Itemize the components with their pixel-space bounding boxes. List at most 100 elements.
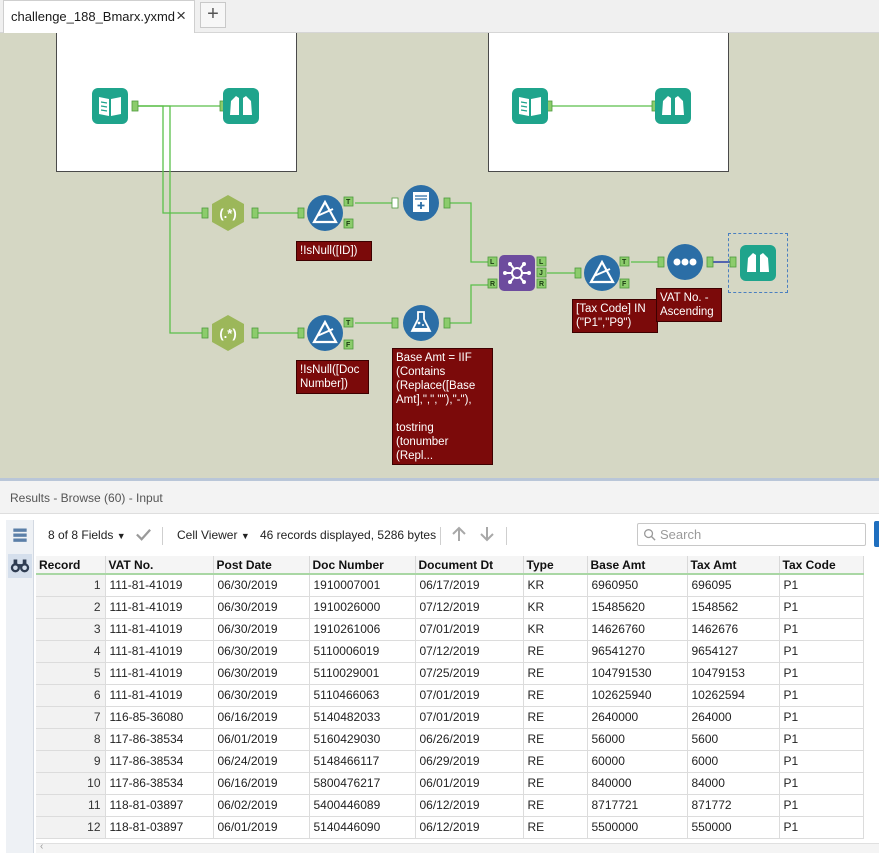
table-cell[interactable]: P1 <box>779 574 864 597</box>
record-number-cell[interactable]: 10 <box>36 772 106 795</box>
table-cell[interactable]: 96541270 <box>587 640 688 663</box>
table-cell[interactable]: 102625940 <box>587 684 688 707</box>
table-cell[interactable]: 06/30/2019 <box>213 640 310 663</box>
table-row[interactable]: 11 118-81-03897 06/02/2019 5400446089 06/12/… <box>36 794 864 817</box>
column-header[interactable]: Base Amt <box>587 556 688 575</box>
workflow-canvas[interactable]: T F T F L R L J R T F (.*) (.*) !IsNull(… <box>0 33 879 478</box>
table-cell[interactable]: 06/30/2019 <box>213 662 310 685</box>
regex-icon[interactable]: (.*) <box>209 314 247 352</box>
filter-delta-icon[interactable] <box>583 254 621 292</box>
table-cell[interactable]: 1548562 <box>687 596 780 619</box>
record-number-cell[interactable]: 3 <box>36 618 106 641</box>
horizontal-scrollbar[interactable]: ‹ <box>36 841 879 853</box>
filter-annotation[interactable]: !IsNull([ID]) <box>296 241 372 261</box>
table-cell[interactable]: 06/30/2019 <box>213 574 310 597</box>
table-cell[interactable]: RE <box>523 640 588 663</box>
table-cell[interactable]: 550000 <box>687 816 780 839</box>
table-cell[interactable]: 07/25/2019 <box>415 662 524 685</box>
table-cell[interactable]: 06/16/2019 <box>213 772 310 795</box>
table-row[interactable]: 2 111-81-41019 06/30/2019 1910026000 07/12/2… <box>36 596 864 619</box>
table-cell[interactable]: P1 <box>779 662 864 685</box>
table-row[interactable]: 8 117-86-38534 06/01/2019 5160429030 06/26/2… <box>36 728 864 751</box>
table-cell[interactable]: RE <box>523 684 588 707</box>
table-cell[interactable]: 06/12/2019 <box>415 816 524 839</box>
table-cell[interactable]: RE <box>523 728 588 751</box>
table-cell[interactable]: KR <box>523 596 588 619</box>
column-header[interactable]: VAT No. <box>105 556 214 575</box>
table-cell[interactable]: 07/01/2019 <box>415 706 524 729</box>
table-row[interactable]: 6 111-81-41019 06/30/2019 5110466063 07/01/2… <box>36 684 864 707</box>
table-cell[interactable]: 111-81-41019 <box>105 574 214 597</box>
table-cell[interactable]: 14626760 <box>587 618 688 641</box>
table-cell[interactable]: P1 <box>779 640 864 663</box>
table-cell[interactable]: RE <box>523 750 588 773</box>
table-cell[interactable]: 111-81-41019 <box>105 618 214 641</box>
table-cell[interactable]: 5500000 <box>587 816 688 839</box>
search-input[interactable] <box>660 526 860 543</box>
table-cell[interactable]: RE <box>523 706 588 729</box>
new-tab-button[interactable]: + <box>200 2 226 28</box>
table-cell[interactable]: 56000 <box>587 728 688 751</box>
book-icon[interactable] <box>91 87 129 125</box>
table-cell[interactable]: 06/01/2019 <box>415 772 524 795</box>
table-cell[interactable]: 111-81-41019 <box>105 684 214 707</box>
table-cell[interactable]: 5800476217 <box>309 772 416 795</box>
fields-selector[interactable]: 8 of 8 Fields ▼ <box>48 528 126 542</box>
table-cell[interactable]: 84000 <box>687 772 780 795</box>
record-number-cell[interactable]: 6 <box>36 684 106 707</box>
table-cell[interactable]: P1 <box>779 706 864 729</box>
table-cell[interactable]: 06/01/2019 <box>213 728 310 751</box>
table-cell[interactable]: P1 <box>779 794 864 817</box>
sort-dots-icon[interactable] <box>666 243 704 281</box>
table-cell[interactable]: 5140446090 <box>309 816 416 839</box>
record-number-cell[interactable]: 9 <box>36 750 106 773</box>
table-cell[interactable]: 5110029001 <box>309 662 416 685</box>
table-cell[interactable]: 1462676 <box>687 618 780 641</box>
table-cell[interactable]: 117-86-38534 <box>105 772 214 795</box>
table-cell[interactable]: RE <box>523 816 588 839</box>
table-cell[interactable]: RE <box>523 772 588 795</box>
table-cell[interactable]: 111-81-41019 <box>105 596 214 619</box>
table-cell[interactable]: 10262594 <box>687 684 780 707</box>
column-header[interactable]: Document Dt <box>415 556 524 575</box>
column-header[interactable]: Doc Number <box>309 556 416 575</box>
table-cell[interactable]: 6000 <box>687 750 780 773</box>
table-cell[interactable]: 104791530 <box>587 662 688 685</box>
table-cell[interactable]: 118-81-03897 <box>105 816 214 839</box>
table-cell[interactable]: 06/24/2019 <box>213 750 310 773</box>
table-cell[interactable]: P1 <box>779 596 864 619</box>
table-cell[interactable]: 116-85-36080 <box>105 706 214 729</box>
binoculars-icon[interactable] <box>222 87 260 125</box>
checkmark-icon[interactable] <box>135 526 152 546</box>
table-cell[interactable]: 117-86-38534 <box>105 750 214 773</box>
record-number-cell[interactable]: 7 <box>36 706 106 729</box>
table-row[interactable]: 3 111-81-41019 06/30/2019 1910261006 07/01/2… <box>36 618 864 641</box>
table-cell[interactable]: 5600 <box>687 728 780 751</box>
table-cell[interactable]: 5110466063 <box>309 684 416 707</box>
table-cell[interactable]: 10479153 <box>687 662 780 685</box>
book-icon[interactable] <box>511 87 549 125</box>
table-cell[interactable]: 9654127 <box>687 640 780 663</box>
binoculars-icon[interactable] <box>739 244 777 282</box>
record-number-cell[interactable]: 2 <box>36 596 106 619</box>
table-cell[interactable]: 5400446089 <box>309 794 416 817</box>
table-row[interactable]: 4 111-81-41019 06/30/2019 5110006019 07/12/2… <box>36 640 864 663</box>
table-cell[interactable]: 1910261006 <box>309 618 416 641</box>
table-cell[interactable]: 06/01/2019 <box>213 816 310 839</box>
table-cell[interactable]: 118-81-03897 <box>105 794 214 817</box>
table-cell[interactable]: 5160429030 <box>309 728 416 751</box>
table-cell[interactable]: 06/02/2019 <box>213 794 310 817</box>
table-cell[interactable]: 5140482033 <box>309 706 416 729</box>
column-header[interactable]: Post Date <box>213 556 310 575</box>
table-cell[interactable]: 06/30/2019 <box>213 618 310 641</box>
table-cell[interactable]: 06/17/2019 <box>415 574 524 597</box>
table-cell[interactable]: P1 <box>779 728 864 751</box>
binoculars-icon[interactable] <box>654 87 692 125</box>
table-cell[interactable]: 06/16/2019 <box>213 706 310 729</box>
record-number-cell[interactable]: 8 <box>36 728 106 751</box>
record-number-cell[interactable]: 12 <box>36 816 106 839</box>
table-cell[interactable]: P1 <box>779 618 864 641</box>
table-row[interactable]: 1 111-81-41019 06/30/2019 1910007001 06/17/2… <box>36 574 864 597</box>
arrow-down-icon[interactable] <box>478 525 496 546</box>
table-cell[interactable]: 07/12/2019 <box>415 640 524 663</box>
